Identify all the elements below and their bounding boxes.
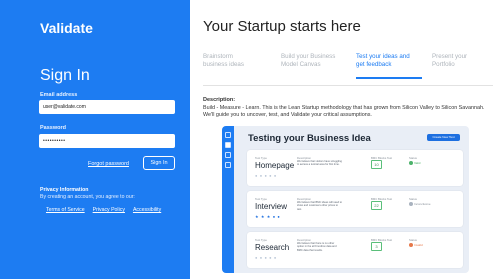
test-card: Test Type Homepage ● ● ● ● ● Description…	[247, 150, 463, 186]
sidebar-icon	[225, 162, 231, 168]
sidebar-icon	[225, 132, 231, 138]
status-dot-icon	[409, 202, 413, 207]
tab-portfolio[interactable]: Present your Portfolio	[432, 53, 467, 69]
test-description: We believe that visitors have struggling…	[297, 160, 342, 167]
privacy-text: By creating an account, you agree to our…	[40, 194, 135, 200]
status-badge: Inconclusive	[409, 202, 431, 207]
test-card: Test Type Interview ★ ★ ★ ● ● Descriptio…	[247, 191, 463, 227]
password-field[interactable]	[39, 134, 175, 148]
email-label: Email address	[40, 92, 78, 98]
terms-of-service-link[interactable]: Terms of Service	[46, 207, 85, 213]
test-type-header: Test Type	[255, 238, 267, 242]
tab-test-line1: Test your ideas and	[356, 53, 410, 60]
brand-logo: Validate	[40, 20, 93, 36]
signin-title: Sign In	[40, 67, 90, 84]
tests-count: 3	[371, 242, 382, 251]
privacy-policy-link[interactable]: Privacy Policy	[93, 207, 125, 213]
tab-brainstorm-line2: business ideas	[203, 61, 244, 68]
status-badge: Invalid	[409, 243, 423, 248]
preview-sidebar	[222, 126, 234, 273]
test-description: We believe that there is no other option…	[297, 242, 337, 252]
test-name: Research	[255, 243, 290, 252]
test-type-header: Test Type	[255, 156, 267, 160]
status-header: Status	[409, 238, 417, 242]
signin-button[interactable]: Sign In	[143, 156, 175, 170]
tab-test-line2: get feedback	[356, 61, 392, 68]
privacy-links: Terms of Service Privacy Policy Accessib…	[46, 207, 161, 213]
status-text: Inconclusive	[414, 202, 431, 206]
status-text: Valid	[414, 161, 421, 165]
privacy-heading: Privacy Information	[40, 187, 89, 193]
rating-dots: ● ● ● ● ●	[255, 255, 277, 260]
tab-portfolio-line2: Portfolio	[432, 61, 455, 68]
status-header: Status	[409, 156, 417, 160]
tab-portfolio-line1: Present your	[432, 53, 468, 60]
signin-panel: Validate Sign In Email address Password …	[0, 0, 190, 279]
preview-title: Testing your Business Idea	[248, 133, 371, 144]
status-badge: Valid	[409, 161, 421, 166]
tab-test-ideas[interactable]: Test your ideas and get feedback	[356, 53, 422, 79]
test-type-header: Test Type	[255, 197, 267, 201]
page-title: Your Startup starts here	[203, 18, 361, 35]
rating-dots: ★ ★ ★ ● ●	[255, 214, 281, 219]
step-tabs: Brainstorm business ideas Build your Bus…	[203, 53, 493, 86]
sidebar-icon	[225, 142, 231, 148]
description-label: Description:	[203, 97, 236, 103]
description-text: Build - Measure - Learn. This is the Lea…	[203, 105, 485, 118]
status-header: Status	[409, 197, 417, 201]
tab-brainstorm[interactable]: Brainstorm business ideas	[203, 53, 244, 69]
test-name: Homepage	[255, 161, 295, 170]
accessibility-link[interactable]: Accessibility	[133, 207, 161, 213]
tab-business-model-canvas[interactable]: Build your Business Model Canvas	[281, 53, 335, 69]
test-description: We believe that BMC ideas will need to s…	[297, 201, 342, 211]
rating-dots: ● ● ● ● ●	[255, 173, 277, 178]
preview-screenshot: Testing your Business Idea Create New Te…	[222, 126, 469, 273]
status-text: Invalid	[414, 243, 423, 247]
tests-count: 22	[371, 201, 382, 210]
email-field[interactable]	[39, 100, 175, 114]
tab-brainstorm-line1: Brainstorm	[203, 53, 233, 60]
status-dot-icon	[409, 243, 413, 248]
test-name: Interview	[255, 202, 288, 211]
password-label: Password	[40, 125, 66, 131]
tab-bmc-line2: Model Canvas	[281, 61, 321, 68]
test-card: Test Type Research ● ● ● ● ● Description…	[247, 232, 463, 268]
status-dot-icon	[409, 161, 413, 166]
tests-count: 10	[371, 160, 382, 169]
sidebar-icon	[225, 152, 231, 158]
tab-bmc-line1: Build your Business	[281, 53, 336, 60]
create-test-button: Create New Test	[427, 134, 460, 141]
forgot-password-link[interactable]: Forgot password	[88, 161, 129, 167]
